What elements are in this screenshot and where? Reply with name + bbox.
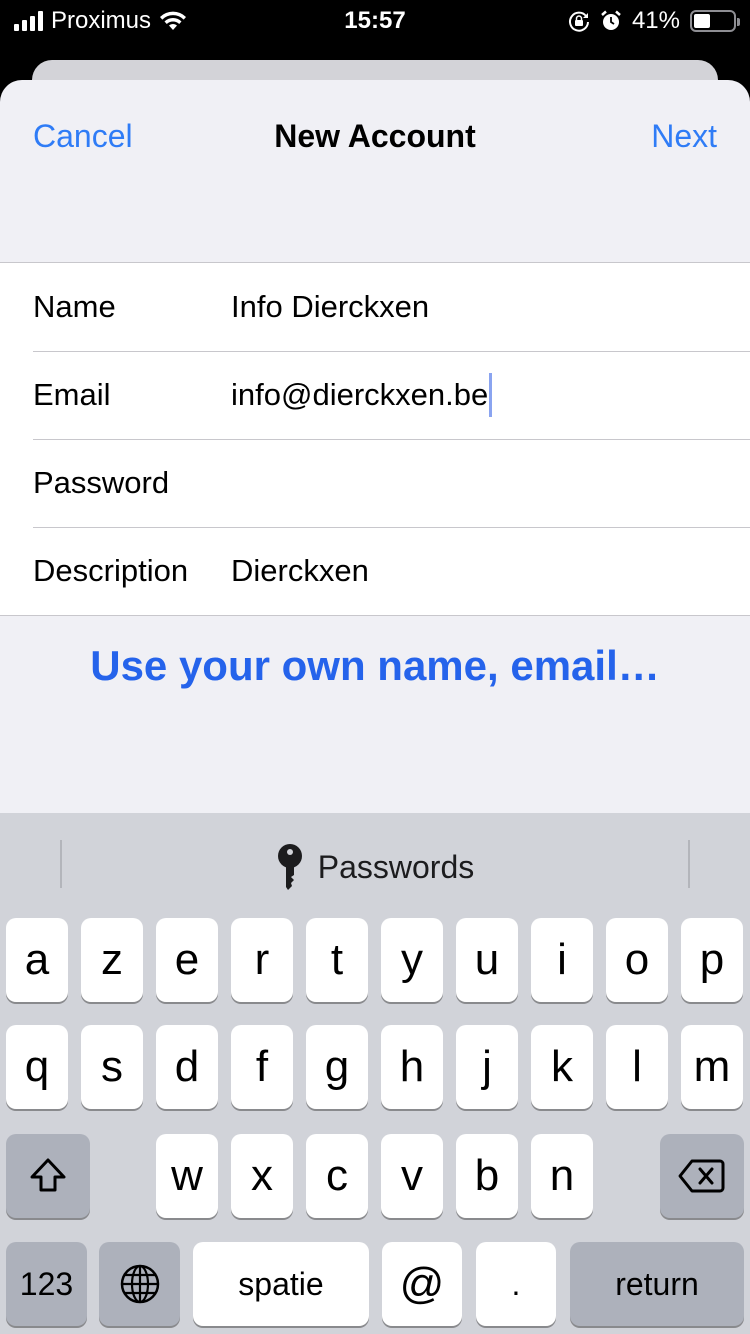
passwords-label: Passwords: [317, 848, 475, 885]
numbers-key[interactable]: 123: [6, 1242, 87, 1326]
email-field[interactable]: info@dierckxen.be: [231, 373, 493, 417]
key-j[interactable]: j: [456, 1025, 518, 1109]
shift-icon: [30, 1158, 66, 1192]
password-row[interactable]: Password: [0, 439, 750, 527]
globe-icon: [120, 1264, 159, 1304]
key-b[interactable]: b: [456, 1134, 518, 1218]
key-v[interactable]: v: [381, 1134, 443, 1218]
key-g[interactable]: g: [306, 1025, 368, 1109]
key-a[interactable]: a: [6, 918, 68, 1002]
alarm-icon: [601, 10, 621, 30]
key-y[interactable]: y: [381, 918, 443, 1002]
name-label: Name: [33, 289, 116, 324]
rotation-lock-icon: [568, 11, 589, 32]
key-c[interactable]: c: [306, 1134, 368, 1218]
key-s[interactable]: s: [81, 1025, 143, 1109]
cancel-button[interactable]: Cancel: [33, 118, 133, 155]
status-bar: Proximus 15:57 41%: [0, 0, 750, 40]
key-p[interactable]: p: [681, 918, 743, 1002]
promo-caption: Use your own name, email…: [90, 642, 660, 689]
email-row[interactable]: Email info@dierckxen.be: [0, 351, 750, 439]
shift-key[interactable]: [6, 1134, 90, 1218]
email-value: info@dierckxen.be: [231, 377, 489, 412]
key-t[interactable]: t: [306, 918, 368, 1002]
key-e[interactable]: e: [156, 918, 218, 1002]
key-l[interactable]: l: [606, 1025, 668, 1109]
battery-percent: 41%: [631, 7, 680, 34]
battery-level: [694, 14, 710, 28]
key-x[interactable]: x: [231, 1134, 293, 1218]
key-i[interactable]: i: [531, 918, 593, 1002]
battery-icon: [690, 10, 740, 32]
key-z[interactable]: z: [81, 918, 143, 1002]
keyboard: Passwords 123 spatie @ . return a z e r …: [0, 813, 750, 1334]
keyboard-suggestion-bar: Passwords: [0, 813, 750, 913]
email-label: Email: [33, 377, 111, 412]
dot-key[interactable]: .: [476, 1242, 556, 1326]
key-f[interactable]: f: [231, 1025, 293, 1109]
next-button[interactable]: Next: [651, 118, 717, 155]
key-d[interactable]: d: [156, 1025, 218, 1109]
name-row[interactable]: Name Info Dierckxen: [0, 263, 750, 351]
key-n[interactable]: n: [531, 1134, 593, 1218]
at-key[interactable]: @: [382, 1242, 462, 1326]
account-form: Name Info Dierckxen Email info@dierckxen…: [0, 262, 750, 616]
divider: [688, 840, 690, 888]
password-label: Password: [33, 465, 170, 500]
delete-key[interactable]: [660, 1134, 744, 1218]
text-cursor: [489, 373, 493, 417]
description-row[interactable]: Description Dierckxen: [0, 527, 750, 615]
globe-key[interactable]: [99, 1242, 180, 1326]
space-key[interactable]: spatie: [193, 1242, 369, 1326]
key-o[interactable]: o: [606, 918, 668, 1002]
key-m[interactable]: m: [681, 1025, 743, 1109]
key-w[interactable]: w: [156, 1134, 218, 1218]
backspace-icon: [678, 1159, 725, 1193]
key-q[interactable]: q: [6, 1025, 68, 1109]
key-h[interactable]: h: [381, 1025, 443, 1109]
key-r[interactable]: r: [231, 918, 293, 1002]
key-k[interactable]: k: [531, 1025, 593, 1109]
key-icon: [277, 844, 302, 890]
passwords-button[interactable]: Passwords: [0, 843, 750, 891]
description-label: Description: [33, 553, 189, 588]
nav-bar: Cancel New Account Next: [0, 80, 750, 190]
name-field[interactable]: Info Dierckxen: [231, 289, 429, 325]
return-key[interactable]: return: [570, 1242, 744, 1326]
key-u[interactable]: u: [456, 918, 518, 1002]
status-right: 41%: [568, 7, 740, 35]
description-field[interactable]: Dierckxen: [231, 553, 369, 589]
